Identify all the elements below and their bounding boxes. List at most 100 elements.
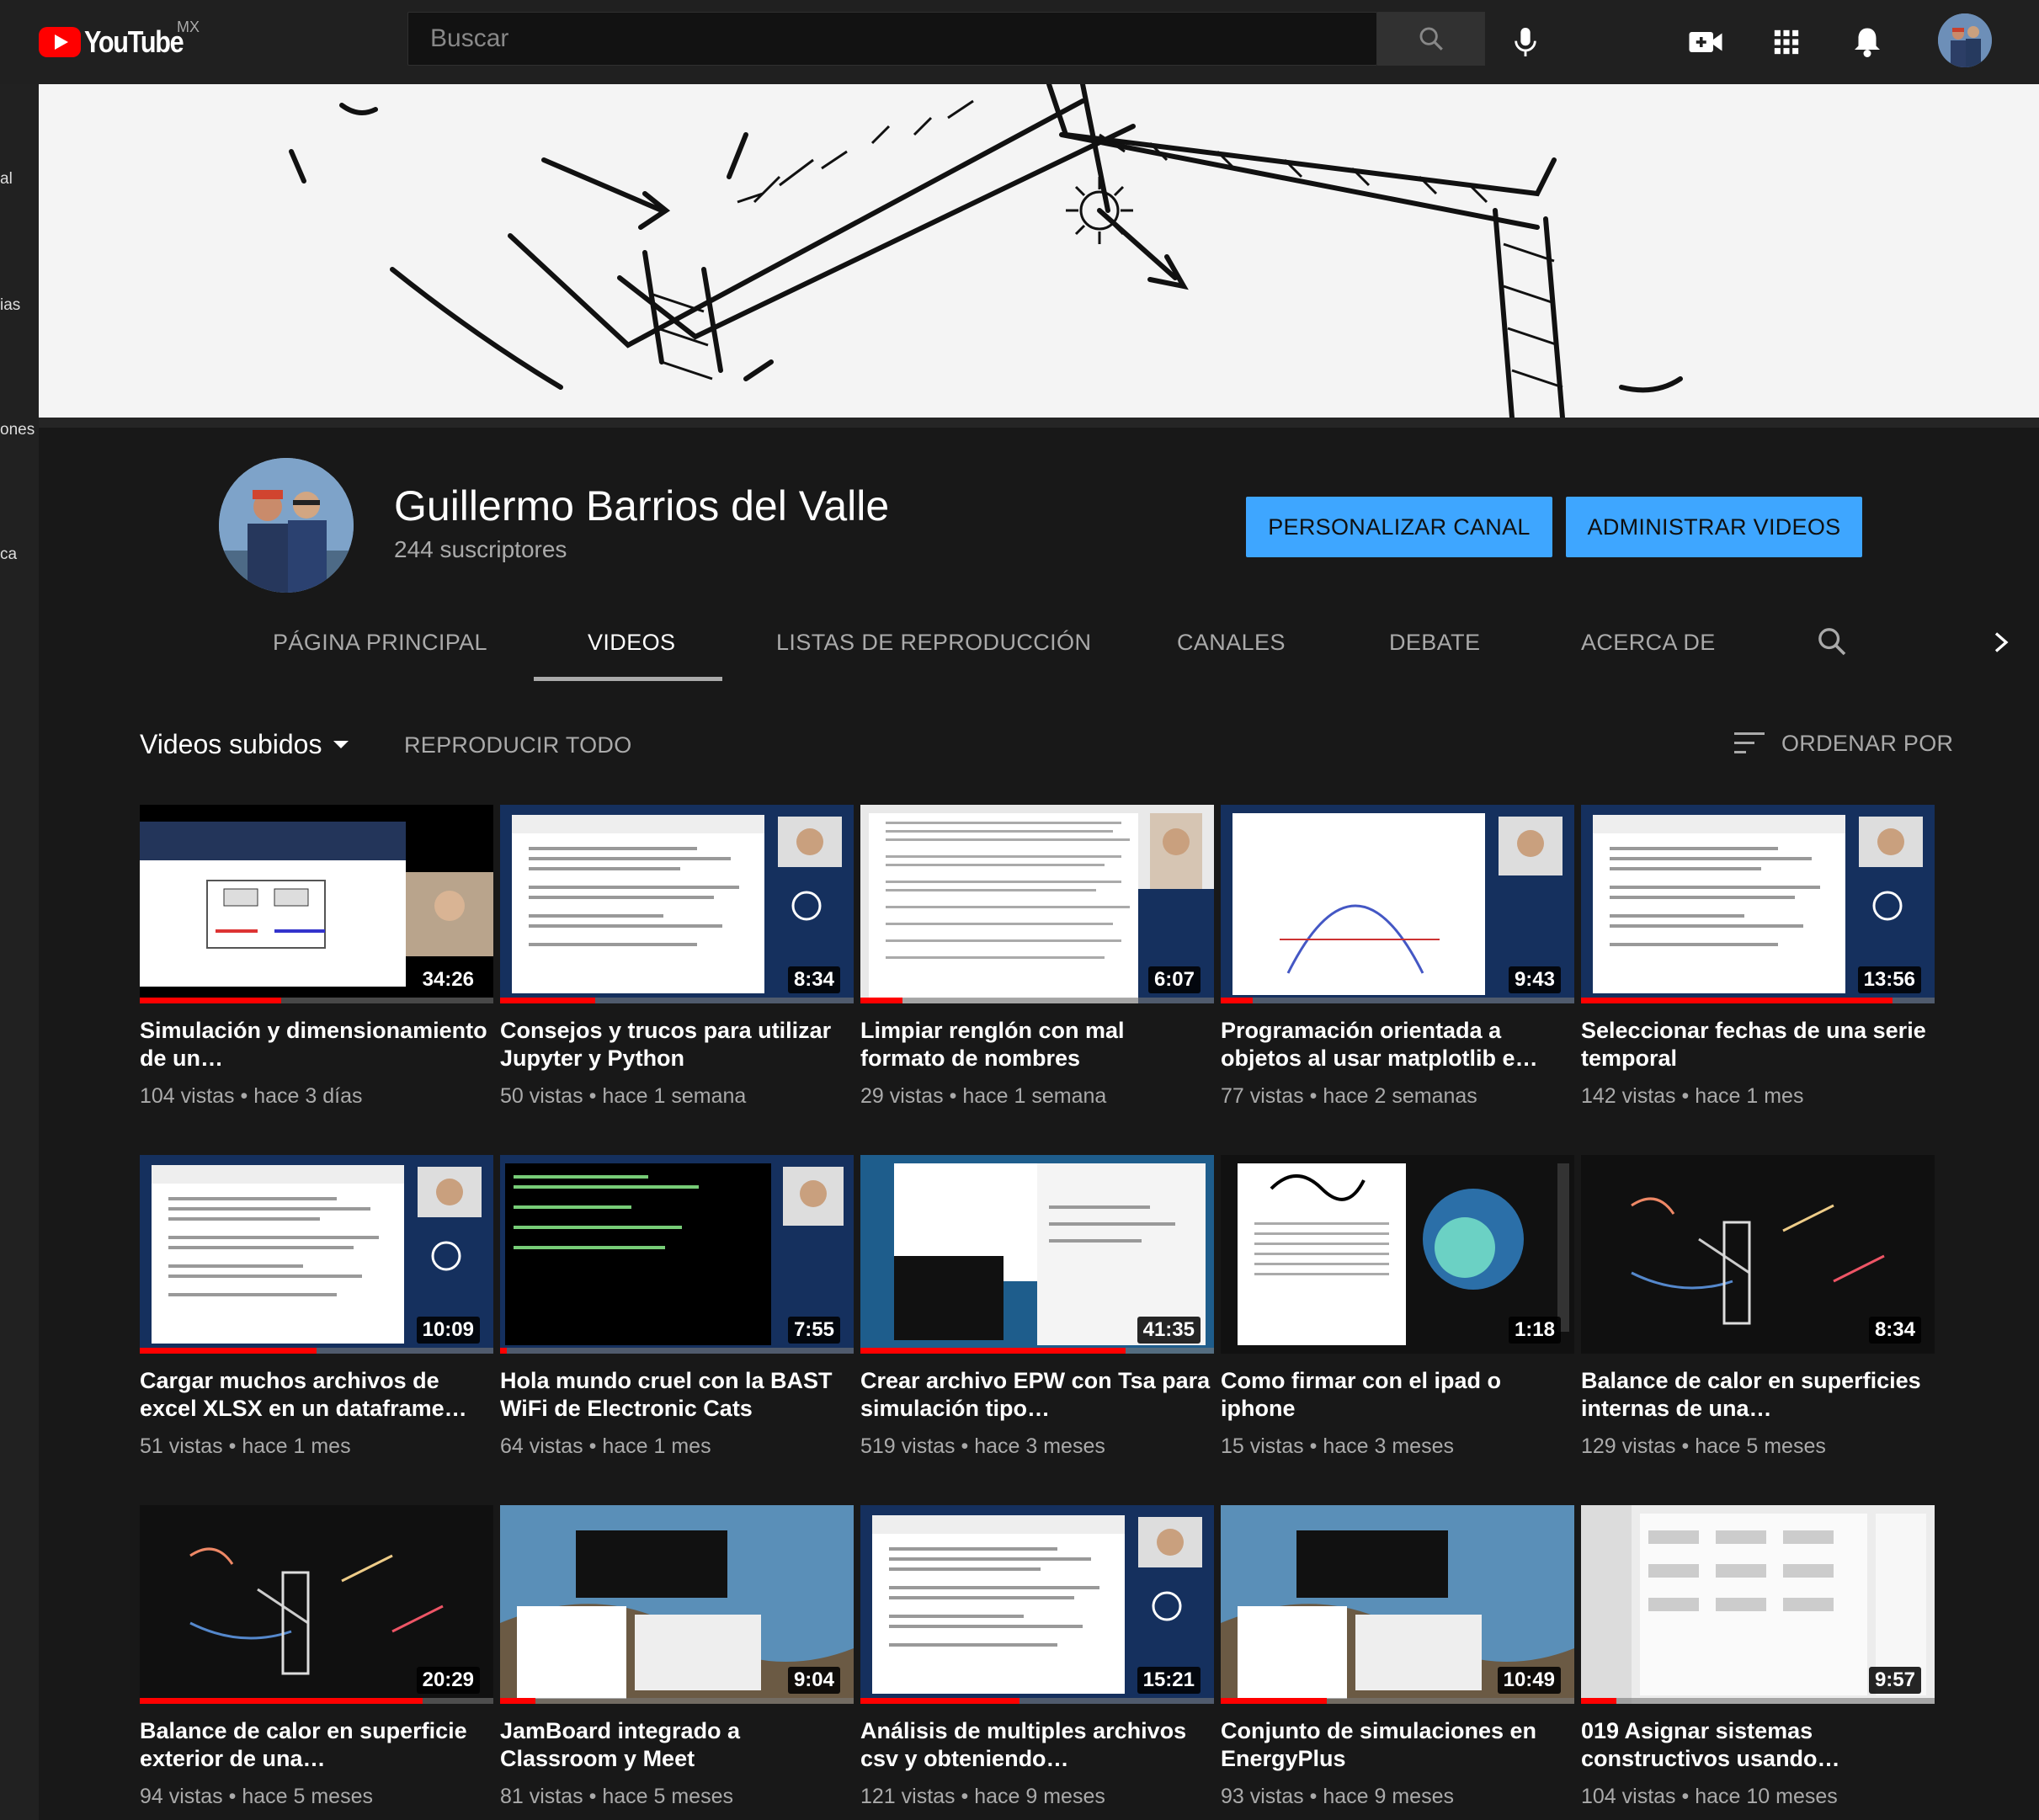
video-card[interactable]: 13:56 Seleccionar fechas de una serie tem… [1581,805,1935,1109]
video-card[interactable]: 10:09 Cargar muchos archivos de excel XLS… [140,1155,493,1459]
video-title[interactable]: Consejos y trucos para utilizar Jupyter … [500,1017,854,1072]
avatar-people-image [1938,13,1992,67]
video-thumbnail[interactable]: 20:29 [140,1505,493,1704]
meta-separator: • [1303,1434,1323,1458]
tab-channels[interactable]: CANALES [1177,630,1286,656]
video-duration: 34:26 [416,966,480,993]
video-title[interactable]: Como firmar con el ipad o iphone [1221,1367,1574,1423]
voice-search-button[interactable] [1500,17,1551,67]
uploads-dropdown[interactable]: Videos subidos [140,729,322,760]
view-count: 121 vistas [860,1785,956,1808]
left-sidebar: al ias ones ca [0,84,39,1820]
video-card[interactable]: 8:34 Consejos y trucos para utilizar Jupy… [500,805,854,1109]
video-title[interactable]: Hola mundo cruel con la BAST WiFi de Ele… [500,1367,854,1423]
watch-progress-bar [140,1348,317,1354]
tab-discussion[interactable]: DEBATE [1389,630,1480,656]
upload-age: hace 5 meses [602,1785,733,1808]
sort-icon[interactable] [1734,731,1765,756]
video-card[interactable]: 9:57 019 Asignar sistemas constructivos u… [1581,1505,1935,1809]
video-thumbnail[interactable]: 15:21 [860,1505,1214,1704]
view-count: 77 vistas [1221,1084,1304,1108]
tab-about[interactable]: ACERCA DE [1581,630,1716,656]
video-thumbnail[interactable]: 41:35 [860,1155,1214,1354]
view-count: 29 vistas [860,1084,944,1108]
create-video-button[interactable] [1680,17,1731,67]
youtube-play-icon [39,27,81,57]
video-title[interactable]: Balance de calor en superficie exterior … [140,1717,493,1773]
video-title[interactable]: Limpiar renglón con mal formato de nombr… [860,1017,1214,1072]
tab-videos[interactable]: VIDEOS [588,630,675,656]
video-thumbnail[interactable]: 10:09 [140,1155,493,1354]
search-button[interactable] [1377,12,1485,66]
video-thumbnail[interactable]: 6:07 [860,805,1214,1003]
video-card[interactable]: 6:07 Limpiar renglón con mal formato de n… [860,805,1214,1109]
chevron-right-icon[interactable] [1990,630,2012,655]
video-card[interactable]: 20:29 Balance de calor en superficie exte… [140,1505,493,1809]
video-card[interactable]: 9:43 Programación orientada a objetos al … [1221,805,1574,1109]
video-meta: 93 vistas • hace 9 meses [1221,1785,1574,1809]
video-thumbnail[interactable]: 1:18 [1221,1155,1574,1354]
meta-separator: • [583,1084,603,1108]
search-input[interactable] [408,13,1376,65]
video-card[interactable]: 41:35 Crear archivo EPW con Tsa para simu… [860,1155,1214,1459]
channel-avatar[interactable] [219,458,354,593]
apps-button[interactable] [1761,17,1812,67]
video-title[interactable]: Conjunto de simulaciones en EnergyPlus [1221,1717,1574,1773]
upload-age: hace 3 meses [974,1434,1105,1458]
video-thumbnail[interactable]: 13:56 [1581,805,1935,1003]
video-card[interactable]: 15:21 Análisis de multiples archivos csv … [860,1505,1214,1809]
video-title[interactable]: Seleccionar fechas de una serie temporal [1581,1017,1935,1072]
view-count: 51 vistas [140,1434,223,1458]
video-card[interactable]: 9:04 JamBoard integrado a Classroom y Mee… [500,1505,854,1809]
video-title[interactable]: Crear archivo EPW con Tsa para simulació… [860,1367,1214,1423]
upload-age: hace 10 meses [1695,1785,1838,1808]
sidebar-item-label[interactable]: ca [0,545,17,564]
sort-button[interactable]: ORDENAR POR [1781,731,1953,757]
channel-avatar-image [219,458,354,593]
video-meta: 104 vistas • hace 3 días [140,1084,493,1109]
video-meta: 29 vistas • hace 1 semana [860,1084,1214,1109]
video-thumbnail[interactable]: 7:55 [500,1155,854,1354]
video-title[interactable]: Simulación y dimensionamiento de un… [140,1017,493,1072]
video-thumbnail[interactable]: 8:34 [1581,1155,1935,1354]
video-title[interactable]: 019 Asignar sistemas constructivos usand… [1581,1717,1935,1773]
apps-grid-icon [1774,29,1799,55]
account-avatar[interactable] [1938,13,1992,67]
video-card[interactable]: 34:26 Simulación y dimensionamiento de un… [140,805,493,1109]
search-icon[interactable] [1815,625,1849,658]
sidebar-item-label[interactable]: ias [0,296,20,315]
watch-progress-track [1221,998,1574,1003]
create-video-icon [1689,32,1722,52]
video-thumbnail[interactable]: 9:43 [1221,805,1574,1003]
video-thumbnail[interactable]: 9:57 [1581,1505,1935,1704]
sidebar-item-label[interactable]: al [0,170,13,189]
video-card[interactable]: 7:55 Hola mundo cruel con la BAST WiFi de… [500,1155,854,1459]
manage-videos-button[interactable]: ADMINISTRAR VIDEOS [1566,497,1862,557]
video-thumbnail[interactable]: 8:34 [500,805,854,1003]
video-card[interactable]: 8:34 Balance de calor en superficies inte… [1581,1155,1935,1459]
youtube-logo[interactable]: YouTube MX [39,19,200,62]
video-title[interactable]: Balance de calor en superficies internas… [1581,1367,1935,1423]
notifications-bell-icon [1855,28,1880,57]
tab-playlists[interactable]: LISTAS DE REPRODUCCIÓN [776,630,1091,656]
video-thumbnail[interactable]: 10:49 [1221,1505,1574,1704]
video-thumbnail[interactable]: 9:04 [500,1505,854,1704]
video-meta: 104 vistas • hace 10 meses [1581,1785,1935,1809]
video-thumbnail[interactable]: 34:26 [140,805,493,1003]
video-card[interactable]: 1:18 Como firmar con el ipad o iphone 15 v… [1221,1155,1574,1459]
customize-channel-button[interactable]: PERSONALIZAR CANAL [1246,497,1552,557]
video-title[interactable]: JamBoard integrado a Classroom y Meet [500,1717,854,1773]
video-meta: 94 vistas • hace 5 meses [140,1785,493,1809]
video-card[interactable]: 10:49 Conjunto de simulaciones en EnergyP… [1221,1505,1574,1809]
play-all-button[interactable]: REPRODUCIR TODO [404,732,632,758]
channel-tabs: PÁGINA PRINCIPAL VIDEOS LISTAS DE REPROD… [39,599,2039,684]
tab-home[interactable]: PÁGINA PRINCIPAL [273,630,487,656]
caret-down-icon[interactable] [333,741,349,748]
video-title[interactable]: Programación orientada a objetos al usar… [1221,1017,1574,1072]
sidebar-item-label[interactable]: ones [0,421,35,439]
meta-separator: • [222,1785,242,1808]
notifications-button[interactable] [1842,17,1893,67]
video-title[interactable]: Análisis de multiples archivos csv y obt… [860,1717,1214,1773]
video-title[interactable]: Cargar muchos archivos de excel XLSX en … [140,1367,493,1423]
active-tab-indicator [534,677,722,681]
